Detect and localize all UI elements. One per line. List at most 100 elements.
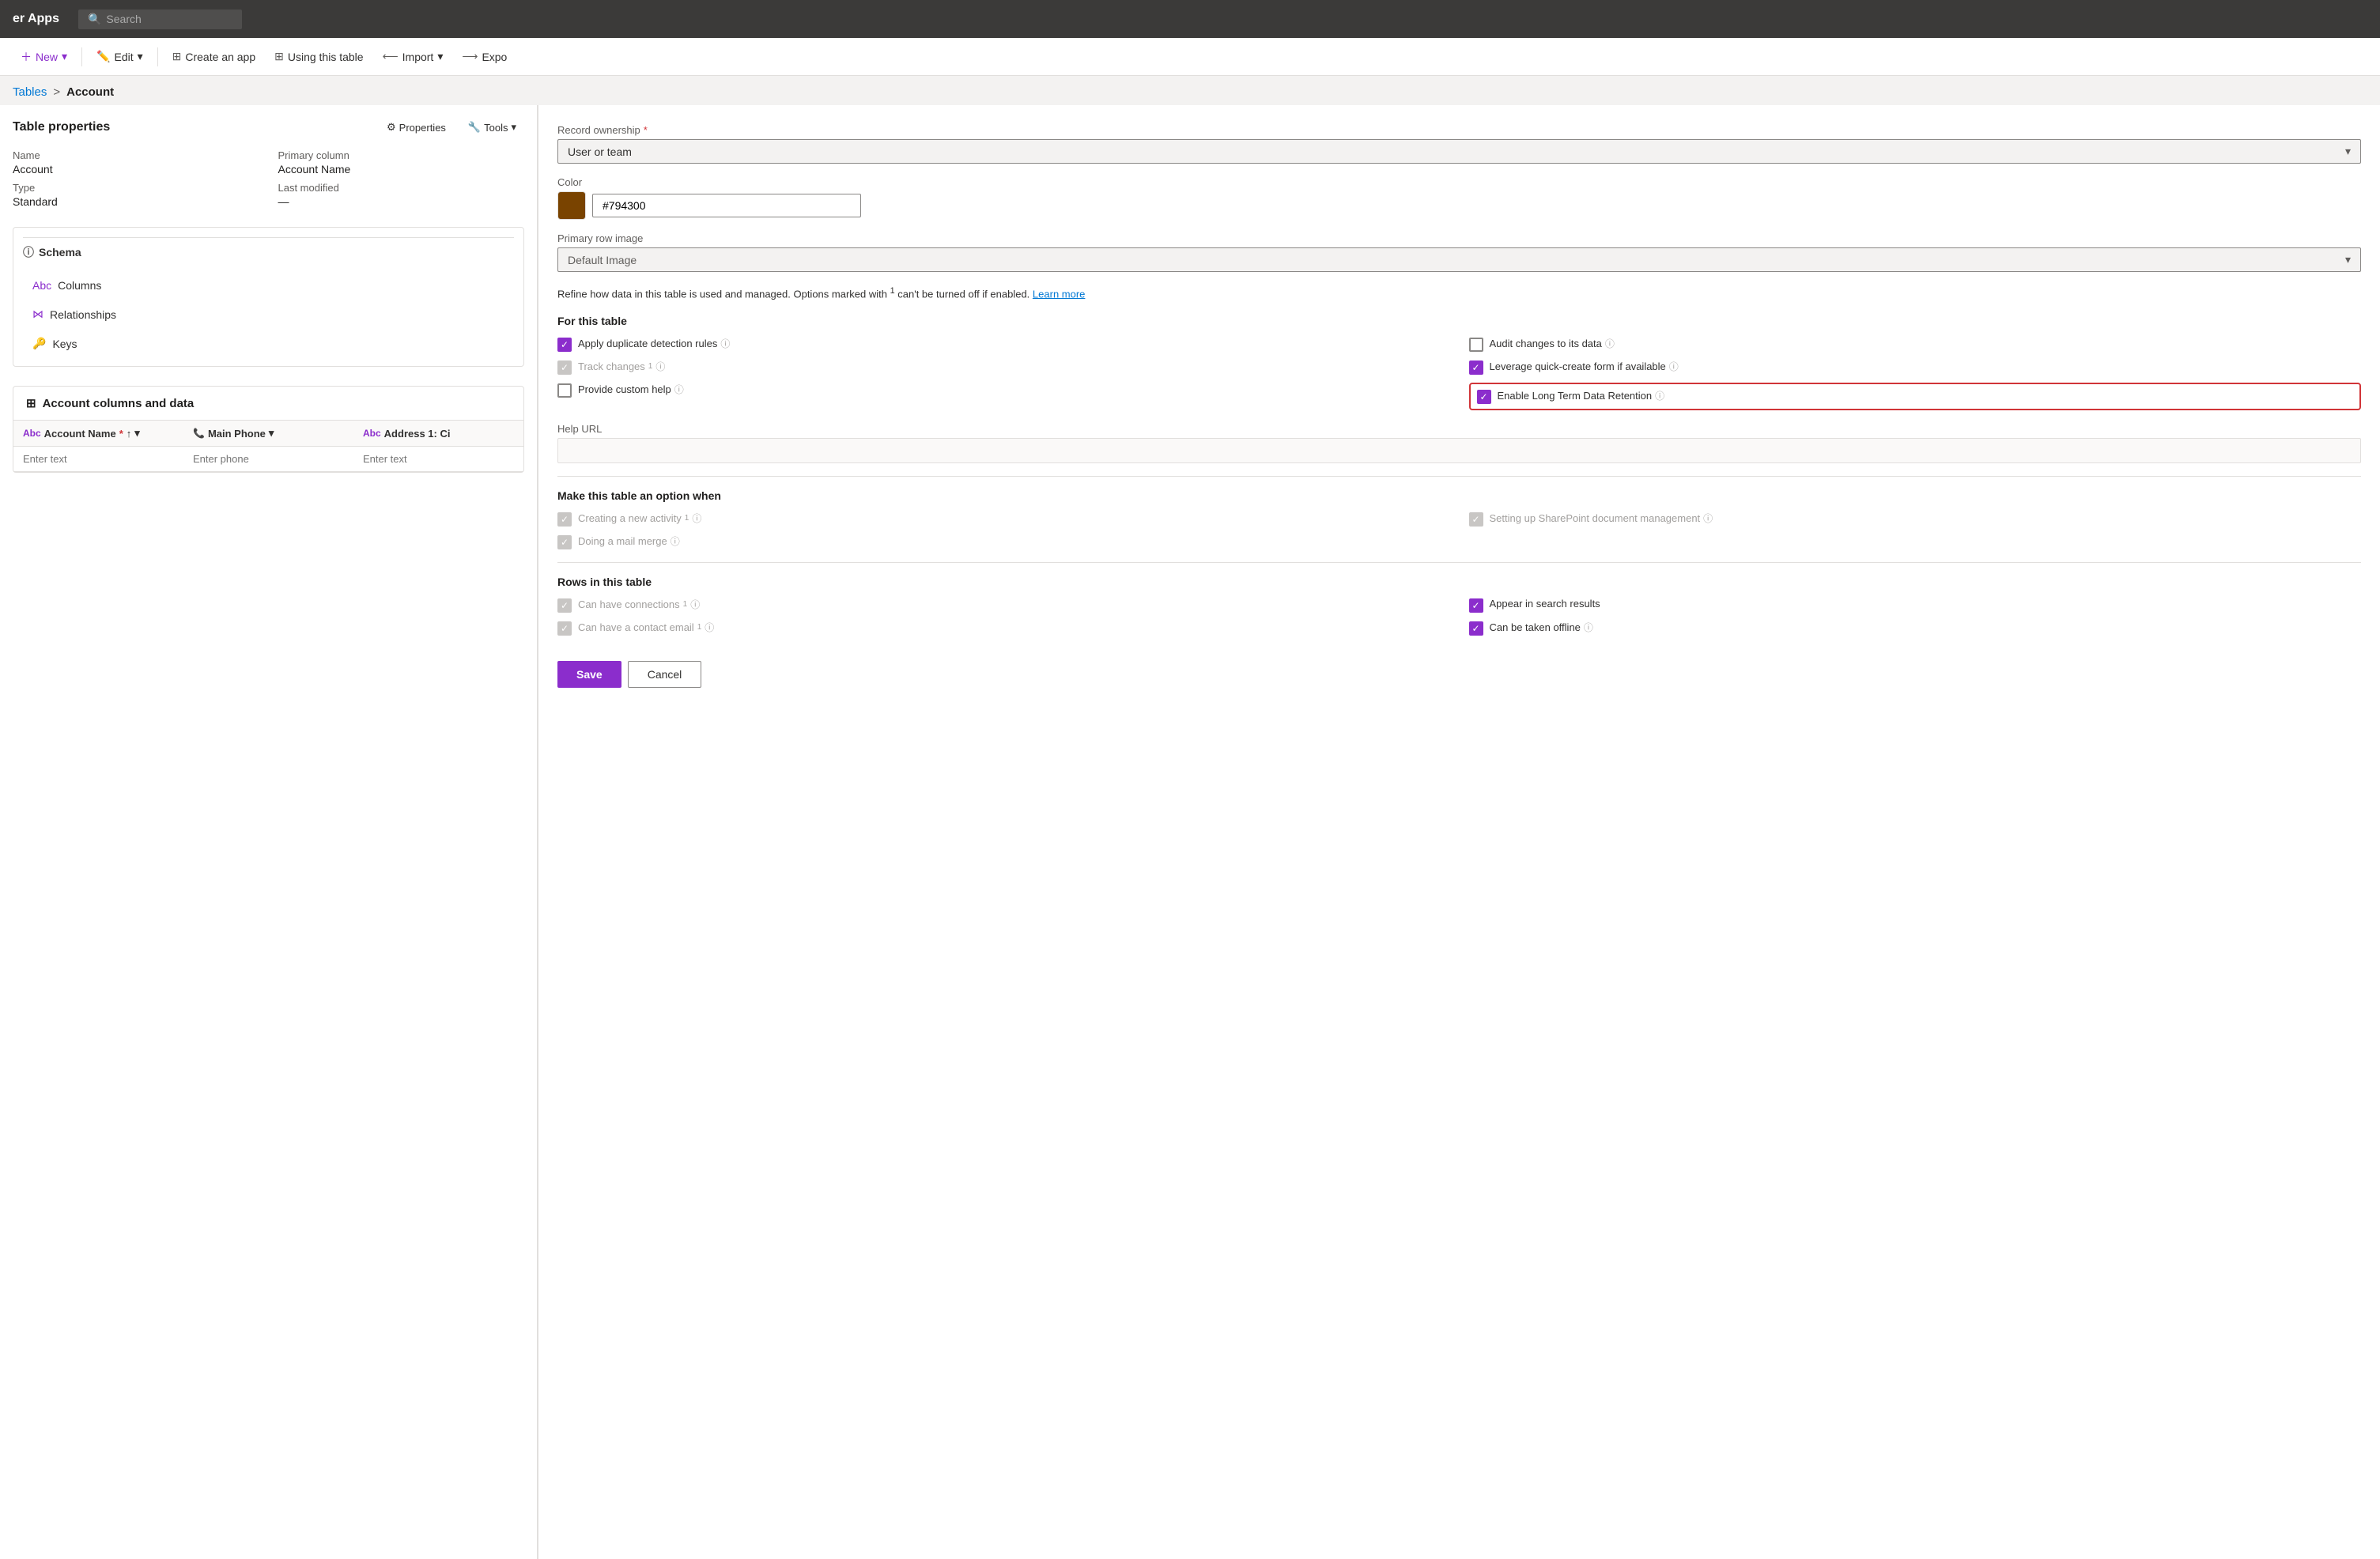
sort-asc-icon[interactable]: ↑ [127, 428, 132, 440]
breadcrumb-current: Account [66, 85, 114, 99]
cell-3[interactable] [353, 447, 523, 471]
make-option-title: Make this table an option when [557, 489, 2361, 502]
cell-2[interactable] [183, 447, 353, 471]
custom-help-info-icon[interactable]: ⓘ [674, 383, 684, 396]
new-button[interactable]: ＋ New ▾ [13, 45, 75, 69]
taken-offline-checkbox[interactable]: ✓ [1469, 621, 1483, 636]
table-icon: ⊞ [274, 50, 284, 63]
audit-changes-checkbox[interactable] [1469, 338, 1483, 352]
apply-duplicate-checkbox[interactable]: ✓ [557, 338, 572, 352]
taken-offline-info-icon[interactable]: ⓘ [1584, 621, 1593, 634]
provide-custom-help-row: Provide custom help ⓘ [557, 383, 1450, 410]
appear-search-checkbox[interactable]: ✓ [1469, 598, 1483, 613]
edit-button[interactable]: ✏️ Edit ▾ [89, 46, 151, 67]
for-this-table-options: ✓ Apply duplicate detection rules ⓘ Audi… [557, 337, 2361, 410]
creating-activity-checkbox[interactable]: ✓ [557, 512, 572, 527]
mail-merge-info-icon[interactable]: ⓘ [671, 534, 680, 548]
right-panel: Record ownership * User or team ▾ Color … [538, 105, 2380, 1559]
divider-2 [157, 47, 158, 66]
contact-email-label: Can have a contact email 1 ⓘ [578, 621, 714, 634]
taken-offline-check-icon: ✓ [1471, 623, 1479, 634]
search-icon: 🔍 [88, 13, 101, 26]
using-table-button[interactable]: ⊞ Using this table [266, 46, 371, 67]
chevron-down-icon-2: ▾ [138, 50, 143, 63]
export-button[interactable]: ⟶ Expo [454, 46, 515, 67]
sharepoint-checkbox[interactable]: ✓ [1469, 512, 1483, 527]
help-url-section: Help URL [557, 423, 2361, 463]
footer-buttons: Save Cancel [557, 648, 2361, 700]
check-icon: ✓ [561, 339, 569, 350]
primary-col-label: Primary column [278, 149, 525, 161]
sharepoint-check-icon: ✓ [1471, 514, 1479, 525]
schema-keys[interactable]: 🔑 Keys [23, 330, 514, 357]
for-this-table-title: For this table [557, 315, 2361, 327]
gear-icon: ⚙ [387, 121, 396, 134]
color-swatch[interactable] [557, 191, 586, 220]
schema-columns[interactable]: Abc Columns [23, 273, 514, 298]
sharepoint-row: ✓ Setting up SharePoint document managem… [1469, 511, 2362, 527]
provide-custom-help-checkbox[interactable] [557, 383, 572, 398]
col-header-3: Abc Address 1: Ci [353, 421, 523, 446]
audit-info-icon[interactable]: ⓘ [1605, 337, 1615, 350]
enter-text-3[interactable] [363, 453, 514, 465]
enable-ltdr-row: ✓ Enable Long Term Data Retention ⓘ [1469, 383, 2362, 410]
creating-activity-info-icon[interactable]: ⓘ [692, 511, 701, 525]
col-header-1: Abc Account Name * ↑ ▾ [13, 421, 183, 446]
columns-table: Abc Account Name * ↑ ▾ 📞 Main Phone ▾ Ab… [13, 421, 523, 472]
schema-relationships[interactable]: ⋈ Relationships [23, 301, 514, 327]
learn-more-link[interactable]: Learn more [1033, 288, 1085, 300]
schema-icon: ⓘ [23, 244, 34, 260]
enter-phone[interactable] [193, 453, 344, 465]
table-properties-title: Table properties [13, 120, 110, 134]
chevron-down-col1[interactable]: ▾ [134, 427, 140, 440]
chevron-image: ▾ [2345, 253, 2351, 266]
schema-header: ⓘ Schema [23, 237, 514, 266]
contact-email-row: ✓ Can have a contact email 1 ⓘ [557, 621, 1450, 636]
can-have-connections-checkbox[interactable]: ✓ [557, 598, 572, 613]
apply-duplicate-info-icon[interactable]: ⓘ [720, 337, 730, 350]
contact-email-info-icon[interactable]: ⓘ [705, 621, 714, 634]
record-ownership-dropdown[interactable]: User or team ▾ [557, 139, 2361, 164]
type-prop: Type Standard [13, 182, 259, 208]
col-header-2: 📞 Main Phone ▾ [183, 421, 353, 446]
chevron-down-icon-3: ▾ [437, 50, 443, 63]
cell-1[interactable] [13, 447, 183, 471]
save-button[interactable]: Save [557, 661, 621, 688]
enable-ltdr-checkbox[interactable]: ✓ [1477, 390, 1491, 404]
create-app-button[interactable]: ⊞ Create an app [164, 46, 263, 67]
apply-duplicate-label: Apply duplicate detection rules ⓘ [578, 337, 730, 350]
taken-offline-label: Can be taken offline ⓘ [1490, 621, 1593, 634]
chevron-down-icon-4: ▾ [511, 121, 516, 134]
track-changes-checkbox[interactable]: ✓ [557, 360, 572, 375]
primary-image-dropdown[interactable]: Default Image ▾ [557, 247, 2361, 272]
breadcrumb-parent[interactable]: Tables [13, 85, 47, 99]
chevron-down-col2[interactable]: ▾ [269, 427, 274, 440]
help-url-box[interactable] [557, 438, 2361, 463]
mail-merge-check-icon: ✓ [561, 537, 569, 548]
import-button[interactable]: ⟵ Import ▾ [375, 46, 451, 67]
record-ownership-label: Record ownership * [557, 124, 2361, 136]
mail-merge-checkbox[interactable]: ✓ [557, 535, 572, 549]
last-modified-value: — [278, 195, 525, 208]
type-label: Type [13, 182, 259, 194]
tools-icon: 🔧 [468, 121, 481, 134]
name-label: Name [13, 149, 259, 161]
can-have-connections-label: Can have connections 1 ⓘ [578, 598, 700, 611]
color-input[interactable] [592, 194, 861, 217]
sharepoint-info-icon[interactable]: ⓘ [1703, 511, 1713, 525]
properties-button[interactable]: ⚙ Properties [379, 118, 454, 137]
enter-text-1[interactable] [23, 453, 174, 465]
cancel-button[interactable]: Cancel [628, 661, 702, 688]
contact-email-checkbox[interactable]: ✓ [557, 621, 572, 636]
left-panel: Table properties ⚙ Properties 🔧 Tools ▾ … [0, 105, 538, 1559]
tools-button[interactable]: 🔧 Tools ▾ [460, 118, 524, 137]
track-changes-label: Track changes 1 ⓘ [578, 360, 665, 373]
connections-info-icon[interactable]: ⓘ [690, 598, 700, 611]
search-input[interactable] [106, 13, 232, 25]
leverage-info-icon[interactable]: ⓘ [1669, 360, 1679, 373]
track-info-icon[interactable]: ⓘ [655, 360, 665, 373]
leverage-check-icon: ✓ [1471, 362, 1479, 373]
ltdr-info-icon[interactable]: ⓘ [1655, 389, 1664, 402]
leverage-quick-checkbox[interactable]: ✓ [1469, 360, 1483, 375]
search-box[interactable]: 🔍 [78, 9, 242, 29]
